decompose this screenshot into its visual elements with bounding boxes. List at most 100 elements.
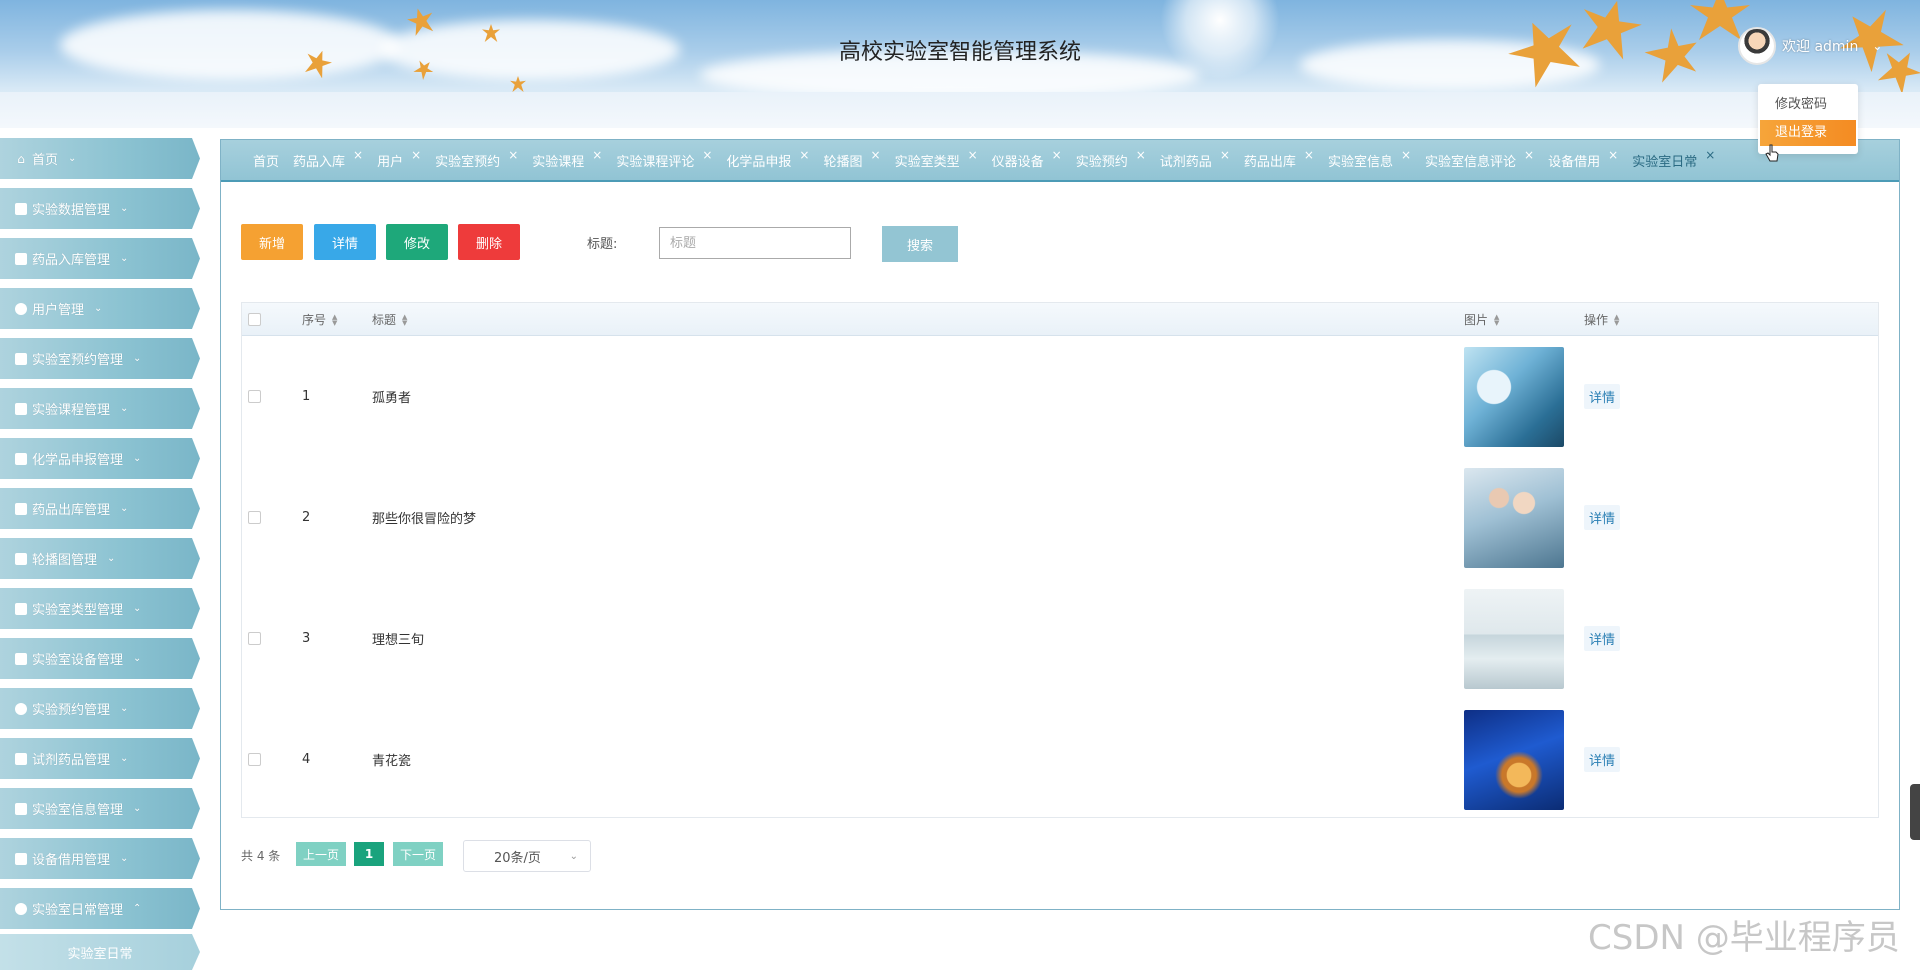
tab-lab-daily[interactable]: 实验室日常 × (1632, 148, 1715, 170)
sidebar-item-lab-reservation[interactable]: 实验室预约管理 ⌄ (0, 338, 200, 379)
next-page-button[interactable]: 下一页 (393, 842, 443, 866)
change-password-menu-item[interactable]: 修改密码 (1758, 92, 1858, 118)
tab-reagent[interactable]: 试剂药品 × (1160, 148, 1230, 170)
page-number-button[interactable]: 1 (354, 842, 384, 866)
row-checkbox[interactable] (248, 390, 261, 403)
close-icon[interactable]: × (508, 148, 518, 162)
row-detail-link[interactable]: 详情 (1584, 626, 1621, 651)
table-row[interactable]: 3 理想三旬 详情 (242, 578, 1878, 699)
search-input[interactable] (659, 227, 851, 259)
lab-scientists-image[interactable] (1464, 467, 1564, 568)
close-icon[interactable]: × (1136, 148, 1146, 162)
tab-course[interactable]: 实验课程 × (532, 148, 602, 170)
welcome-text[interactable]: 欢迎 admin (1782, 36, 1858, 56)
row-title: 孤勇者 (372, 391, 412, 406)
lab-room-image[interactable] (1464, 588, 1564, 689)
edit-button[interactable]: 修改 (386, 224, 448, 260)
tab-equipment-borrow[interactable]: 设备借用 × (1548, 148, 1618, 170)
tab-carousel[interactable]: 轮播图 × (823, 148, 881, 170)
chevron-down-icon[interactable]: ⌄ (1872, 39, 1882, 53)
tab-course-comment[interactable]: 实验课程评论 × (616, 148, 712, 170)
sidebar-item-course[interactable]: 实验课程管理 ⌄ (0, 388, 200, 429)
close-icon[interactable]: × (353, 148, 363, 162)
tab-lab-info[interactable]: 实验室信息 × (1328, 148, 1411, 170)
sort-icon[interactable]: ▲ ▼ (402, 313, 407, 326)
row-action-cell: 详情 (1584, 336, 1621, 457)
close-icon[interactable]: × (1220, 148, 1230, 162)
tab-label: 仪器设备 (991, 154, 1044, 170)
column-header-action[interactable]: 操作 ▲ ▼ (1584, 303, 1619, 336)
tab-instrument[interactable]: 仪器设备 × (991, 148, 1062, 170)
user-menu-trigger[interactable]: 欢迎 admin ⌄ (1738, 26, 1882, 66)
sidebar-item-equipment-borrow[interactable]: 设备借用管理 ⌄ (0, 838, 200, 879)
sidebar-item-reagent[interactable]: 试剂药品管理 ⌄ (0, 738, 200, 779)
close-icon[interactable]: × (968, 148, 978, 162)
table-row[interactable]: 2 那些你很冒险的梦 详情 (242, 457, 1878, 578)
sidebar-item-experiment-data[interactable]: 实验数据管理 ⌄ (0, 188, 200, 229)
tab-lab-reservation[interactable]: 实验室预约 × (435, 148, 518, 170)
sidebar-item-carousel[interactable]: 轮播图管理 ⌄ (0, 538, 200, 579)
row-checkbox[interactable] (248, 511, 261, 524)
sort-icon[interactable]: ▲ ▼ (332, 313, 337, 326)
row-checkbox[interactable] (248, 753, 261, 766)
tab-home[interactable]: 首页 (253, 151, 279, 170)
sidebar-item-lab-type[interactable]: 实验室类型管理 ⌄ (0, 588, 200, 629)
add-button[interactable]: 新增 (241, 224, 303, 260)
logout-menu-item[interactable]: 退出登录 (1760, 120, 1856, 146)
prev-page-button[interactable]: 上一页 (296, 842, 346, 866)
table-row[interactable]: 1 孤勇者 详情 (242, 336, 1878, 457)
delete-button[interactable]: 删除 (458, 224, 520, 260)
sidebar-subitem-lab-daily[interactable]: 实验室日常 (0, 934, 200, 970)
select-all-checkbox[interactable] (248, 313, 261, 326)
sidebar-item-home[interactable]: ⌂ 首页 ⌄ (0, 138, 200, 179)
user-icon (14, 302, 28, 316)
sort-icon[interactable]: ▲ ▼ (1614, 313, 1619, 326)
sidebar-item-lab-equipment[interactable]: 实验室设备管理 ⌄ (0, 638, 200, 679)
close-icon[interactable]: × (592, 148, 602, 162)
sidebar-item-users[interactable]: 用户管理 ⌄ (0, 288, 200, 329)
sidebar-item-lab-daily[interactable]: 实验室日常管理 ⌃ (0, 888, 200, 929)
tab-label: 实验室类型 (894, 154, 960, 170)
tab-lab-type[interactable]: 实验室类型 × (894, 148, 978, 170)
close-icon[interactable]: × (1608, 148, 1618, 162)
sidebar-item-lab-info[interactable]: 实验室信息管理 ⌄ (0, 788, 200, 829)
close-icon[interactable]: × (1705, 148, 1715, 162)
lab-microscope-image[interactable] (1464, 346, 1564, 447)
close-icon[interactable]: × (702, 148, 712, 162)
sidebar-item-chemical[interactable]: 化学品申报管理 ⌄ (0, 438, 200, 479)
detail-button[interactable]: 详情 (314, 224, 376, 260)
page-size-select[interactable]: 20条/页 ⌄ (463, 840, 591, 872)
search-button[interactable]: 搜索 (882, 226, 958, 262)
column-header-index[interactable]: 序号 ▲ ▼ (302, 303, 337, 336)
tab-experiment-reservation[interactable]: 实验预约 × (1076, 148, 1146, 170)
tab-users[interactable]: 用户 × (377, 148, 421, 170)
briefcase-icon (14, 552, 28, 566)
lab-glassware-image[interactable] (1464, 709, 1564, 810)
row-index: 3 (302, 631, 311, 646)
row-detail-link[interactable]: 详情 (1584, 747, 1621, 772)
row-checkbox[interactable] (248, 632, 261, 645)
close-icon[interactable]: × (799, 148, 809, 162)
close-icon[interactable]: × (1401, 148, 1411, 162)
column-header-image[interactable]: 图片 ▲ ▼ (1464, 303, 1499, 336)
tab-chemical[interactable]: 化学品申报 × (726, 148, 809, 170)
column-header-title[interactable]: 标题 ▲ ▼ (372, 303, 407, 336)
close-icon[interactable]: × (871, 148, 881, 162)
side-drawer-handle[interactable] (1910, 784, 1920, 840)
sort-icon[interactable]: ▲ ▼ (1494, 313, 1499, 326)
row-detail-link[interactable]: 详情 (1584, 384, 1621, 409)
close-icon[interactable]: × (1052, 148, 1062, 162)
box-icon (14, 502, 28, 516)
table-row[interactable]: 4 青花瓷 详情 (242, 699, 1878, 820)
avatar[interactable] (1738, 27, 1776, 65)
sidebar-item-drug-outbound[interactable]: 药品出库管理 ⌄ (0, 488, 200, 529)
tab-lab-info-comment[interactable]: 实验室信息评论 × (1425, 148, 1534, 170)
tab-drug-inbound[interactable]: 药品入库 × (293, 148, 363, 170)
sidebar-item-experiment-reservation[interactable]: 实验预约管理 ⌄ (0, 688, 200, 729)
tab-drug-outbound[interactable]: 药品出库 × (1244, 148, 1314, 170)
close-icon[interactable]: × (1524, 148, 1534, 162)
row-detail-link[interactable]: 详情 (1584, 505, 1621, 530)
close-icon[interactable]: × (1304, 148, 1314, 162)
close-icon[interactable]: × (411, 148, 421, 162)
sidebar-item-drug-inbound[interactable]: 药品入库管理 ⌄ (0, 238, 200, 279)
